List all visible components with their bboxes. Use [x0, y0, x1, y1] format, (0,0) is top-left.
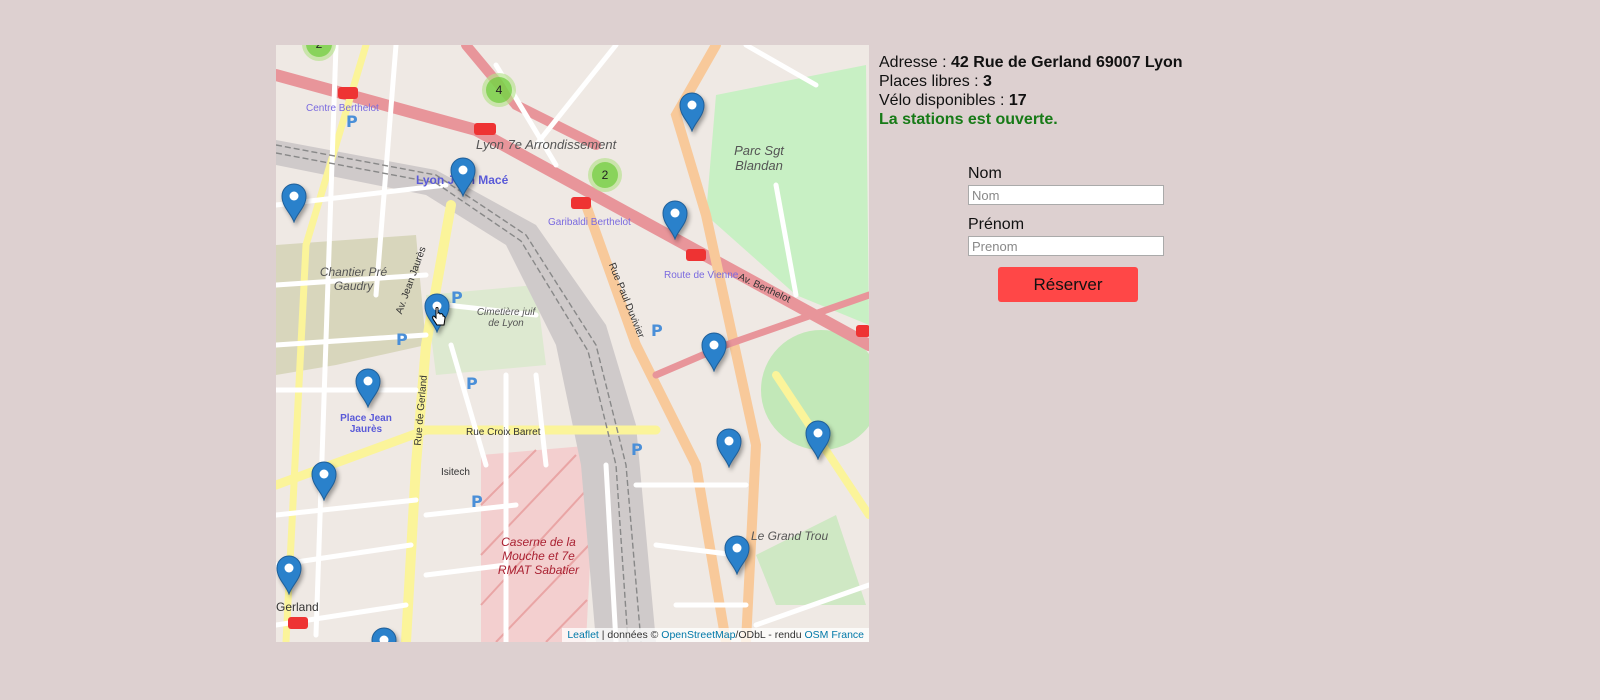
svg-text:P: P — [466, 374, 478, 393]
station-marker-icon[interactable] — [311, 461, 337, 502]
svg-text:P: P — [396, 330, 408, 349]
reserve-button[interactable]: Réserver — [998, 267, 1138, 302]
osm-france-link[interactable]: OSM France — [804, 629, 864, 641]
cluster-marker[interactable]: 2 — [588, 158, 622, 192]
places-line: Places libres : 3 — [879, 73, 992, 90]
station-status: La stations est ouverte. — [879, 111, 1058, 128]
leaflet-link[interactable]: Leaflet — [567, 629, 599, 641]
svg-text:P: P — [451, 288, 463, 307]
station-marker-icon[interactable] — [276, 555, 302, 596]
cluster-marker[interactable]: 4 — [482, 73, 516, 107]
nom-input[interactable] — [968, 185, 1164, 205]
svg-text:P: P — [346, 112, 358, 131]
openstreetmap-link[interactable]: OpenStreetMap — [661, 629, 735, 641]
map-tiles: P P P P P P P — [276, 45, 869, 642]
address-line: Adresse : 42 Rue de Gerland 69007 Lyon — [879, 54, 1183, 71]
station-map[interactable]: PPP PPP P Lyon 7e Arrondissement Parc Sg… — [276, 45, 869, 642]
station-marker-icon[interactable] — [371, 627, 397, 642]
station-marker-icon[interactable] — [281, 183, 307, 224]
station-marker-icon[interactable] — [355, 368, 381, 409]
prenom-label: Prénom — [968, 216, 1025, 233]
bikes-available-count: 17 — [1008, 92, 1027, 109]
station-marker-icon[interactable] — [716, 428, 742, 469]
svg-text:P: P — [651, 321, 663, 340]
svg-text:P: P — [631, 440, 643, 459]
svg-text:P: P — [471, 492, 483, 511]
station-info: Adresse : 42 Rue de Gerland 69007 Lyon P… — [879, 53, 1183, 129]
station-address: 42 Rue de Gerland 69007 Lyon — [951, 54, 1183, 71]
free-places-count: 3 — [983, 73, 992, 90]
prenom-input[interactable] — [968, 236, 1164, 256]
station-marker-icon[interactable] — [679, 92, 705, 133]
station-marker-icon[interactable] — [724, 535, 750, 576]
station-marker-icon[interactable] — [805, 420, 831, 461]
map-attribution: Leaflet | données © OpenStreetMap/ODbL -… — [562, 628, 869, 642]
station-marker-icon[interactable] — [701, 332, 727, 373]
reservation-form: Nom Prénom Réserver — [968, 165, 1168, 302]
station-marker-icon[interactable] — [662, 200, 688, 241]
bikes-line: Vélo disponibles : 17 — [879, 92, 1027, 109]
nom-label: Nom — [968, 165, 1002, 182]
station-marker-icon[interactable] — [450, 157, 476, 198]
hand-cursor-icon — [432, 307, 446, 326]
